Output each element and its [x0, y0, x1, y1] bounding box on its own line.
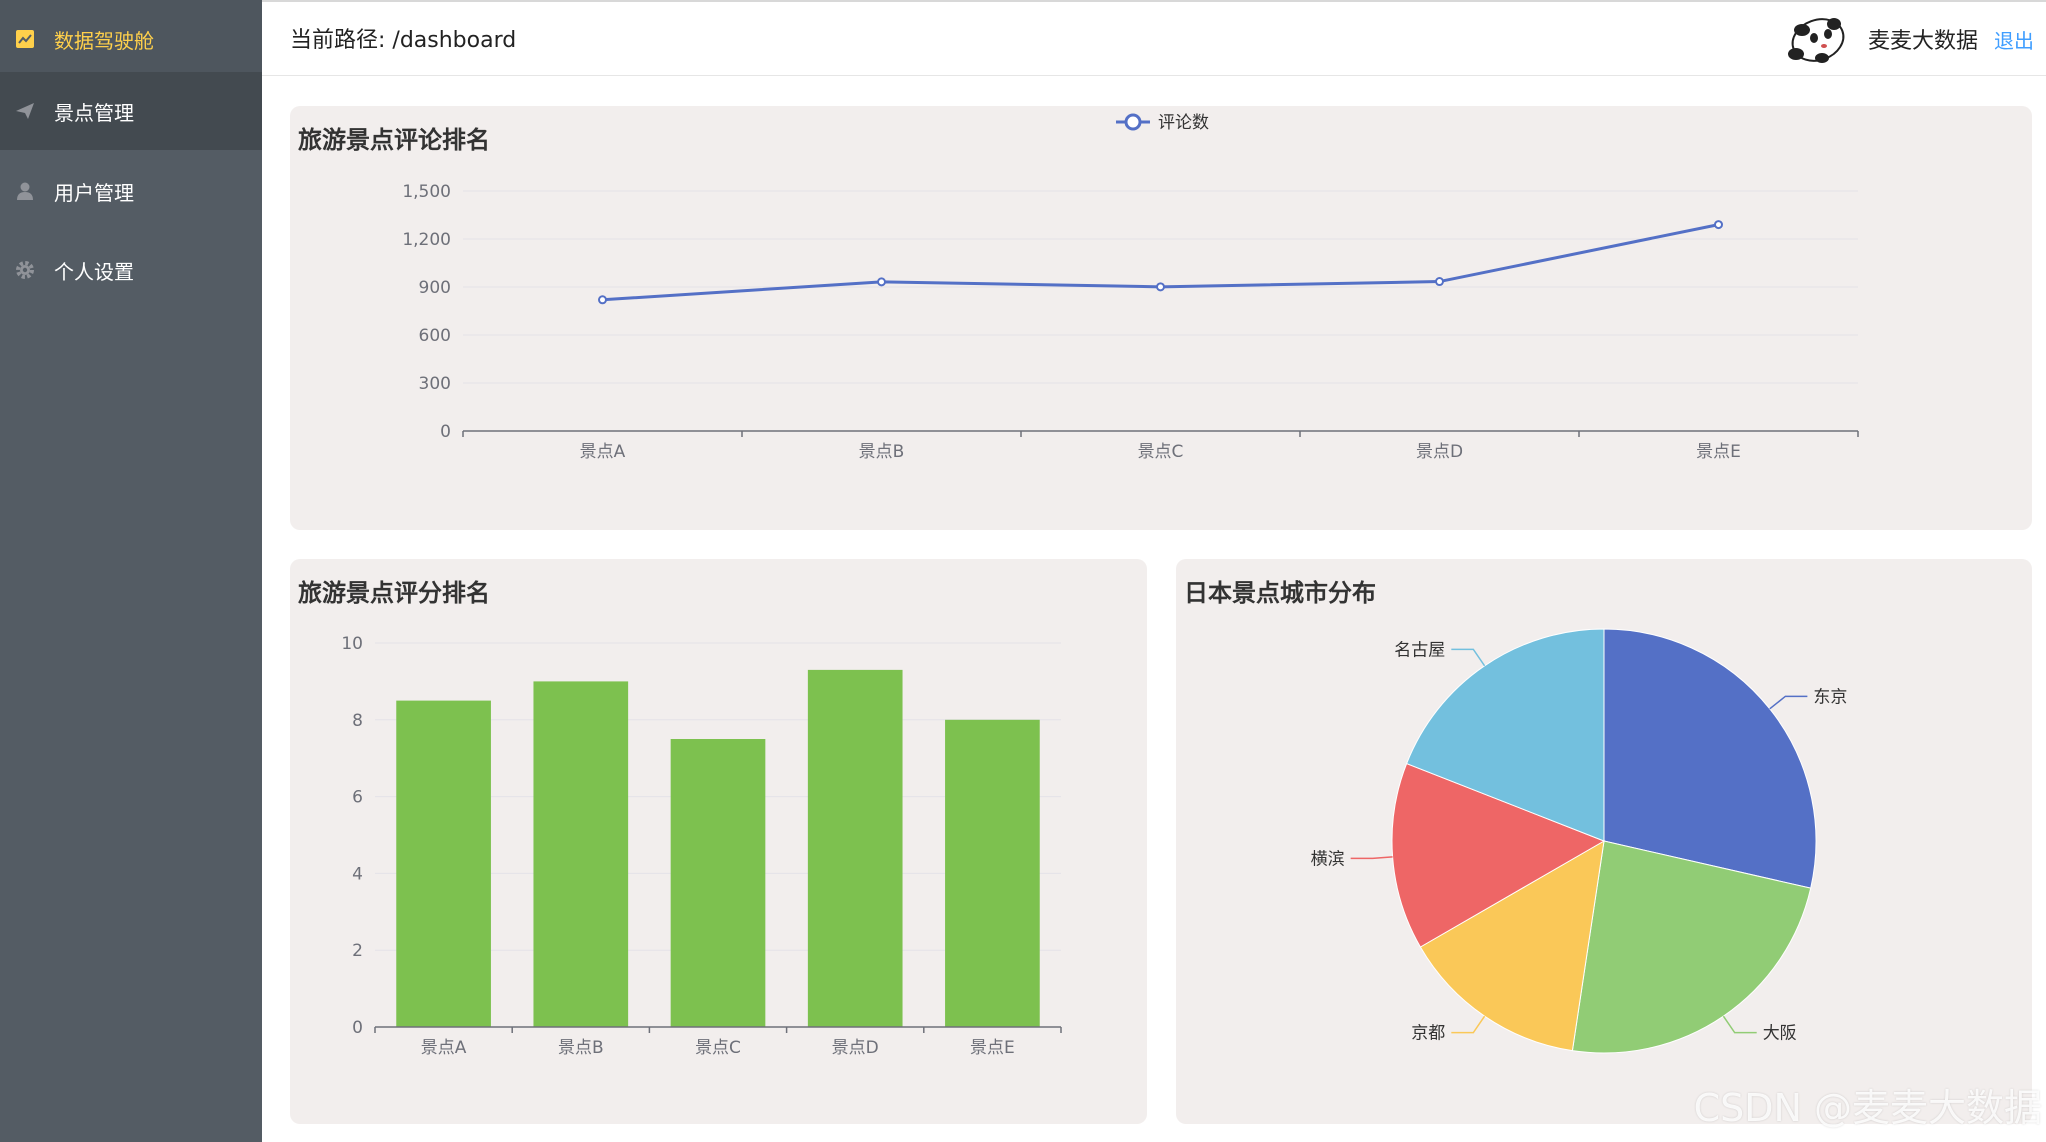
bar [807, 669, 903, 1027]
data-point [598, 295, 607, 305]
user-name: 麦麦大数据 [1867, 29, 1978, 54]
slice-label: 横滨 [1311, 849, 1345, 869]
line-chart: 评论数 0 300 600 900 1,200 1,500 景点A 景点B 景点C 景点D 景点E [402, 113, 1859, 462]
x-tick-label: 景点B [558, 1038, 604, 1058]
x-tick-label: 景点E [970, 1038, 1015, 1058]
x-tick-label: 景点C [1138, 442, 1184, 462]
y-tick-label: 0 [440, 422, 451, 442]
sidebar-item-users[interactable]: 用户管理 [0, 152, 262, 230]
y-tick-label: 6 [352, 788, 363, 808]
sidebar-item-label: 景点管理 [54, 100, 134, 125]
sidebar: 数据驾驶舱 景点管理 用户管理 个人设置 [0, 0, 262, 1142]
legend-label: 评论数 [1158, 113, 1209, 133]
y-tick-label: 4 [352, 864, 363, 884]
legend: 评论数 [1116, 113, 1209, 133]
watermark: CSDN @麦麦大数据 [1693, 1086, 2042, 1130]
data-point [1156, 282, 1165, 292]
x-tick-label: 景点A [421, 1038, 467, 1058]
sidebar-item-spots[interactable]: 景点管理 [0, 72, 262, 150]
user-area: 麦麦大数据 退出 [1782, 10, 2034, 68]
slice-label: 名古屋 [1394, 640, 1445, 660]
data-point [877, 277, 886, 287]
gear-icon [14, 259, 36, 281]
y-tick-label: 900 [419, 278, 451, 298]
y-tick-label: 10 [341, 634, 363, 654]
slice-label: 大阪 [1763, 1024, 1797, 1044]
user-icon [14, 180, 36, 202]
sidebar-item-settings[interactable]: 个人设置 [0, 231, 262, 309]
y-tick-label: 600 [419, 326, 451, 346]
x-tick-label: 景点B [859, 442, 905, 462]
slice-label: 京都 [1411, 1024, 1445, 1044]
breadcrumb: 当前路径: /dashboard [290, 28, 517, 53]
leader-line [1769, 695, 1808, 710]
bar [670, 739, 766, 1027]
x-tick-label: 景点A [580, 442, 626, 462]
bar [396, 700, 491, 1027]
y-tick-label: 2 [352, 941, 363, 961]
data-point [1714, 220, 1723, 230]
sidebar-item-dashboard[interactable]: 数据驾驶舱 [0, 0, 262, 78]
sidebar-item-label: 用户管理 [54, 180, 134, 205]
panda-avatar[interactable] [1782, 10, 1852, 68]
leader-line [1350, 856, 1393, 860]
y-tick-label: 1,500 [402, 182, 451, 202]
top-header: 当前路径: /dashboard 麦麦大数据 退出 [262, 0, 2046, 76]
sidebar-item-label: 个人设置 [54, 259, 134, 284]
x-tick-label: 景点D [832, 1038, 879, 1058]
bar-chart: 0 2 4 6 8 10 景点A 景点B 景点C 景点D 景点E [341, 634, 1062, 1058]
bar [533, 681, 629, 1027]
y-tick-label: 1,200 [402, 230, 451, 250]
leader-line [1722, 1015, 1757, 1034]
data-point [1435, 277, 1444, 287]
y-tick-label: 300 [419, 374, 451, 394]
trend-chart-icon [14, 28, 36, 50]
x-tick-label: 景点E [1696, 442, 1741, 462]
leader-line [1451, 648, 1486, 667]
bar [945, 719, 1040, 1027]
city-distribution-card: 日本景点城市分布 东京 大阪 京都 横滨 名古屋 [1176, 559, 2032, 1124]
score-ranking-card: 旅游景点评分排名 0 2 4 6 8 10 景点A 景点B 景点C 景点D 景点E [290, 559, 1147, 1124]
leader-line [1451, 1015, 1486, 1034]
comment-ranking-card: 旅游景点评论排名 评论数 0 300 600 900 1,200 1,500 景点A 景点B 景点… [290, 106, 2032, 530]
y-tick-label: 0 [352, 1018, 363, 1038]
y-tick-label: 8 [352, 711, 363, 731]
slice-label: 东京 [1813, 687, 1847, 707]
logout-link[interactable]: 退出 [1994, 25, 2034, 54]
x-tick-label: 景点D [1416, 442, 1463, 462]
pie-chart: 东京大阪 京都 横滨 名古屋 [1311, 628, 1847, 1054]
x-tick-label: 景点C [695, 1038, 741, 1058]
paper-plane-icon [14, 100, 36, 122]
sidebar-item-label: 数据驾驶舱 [54, 28, 154, 53]
legend-marker [1124, 113, 1142, 131]
